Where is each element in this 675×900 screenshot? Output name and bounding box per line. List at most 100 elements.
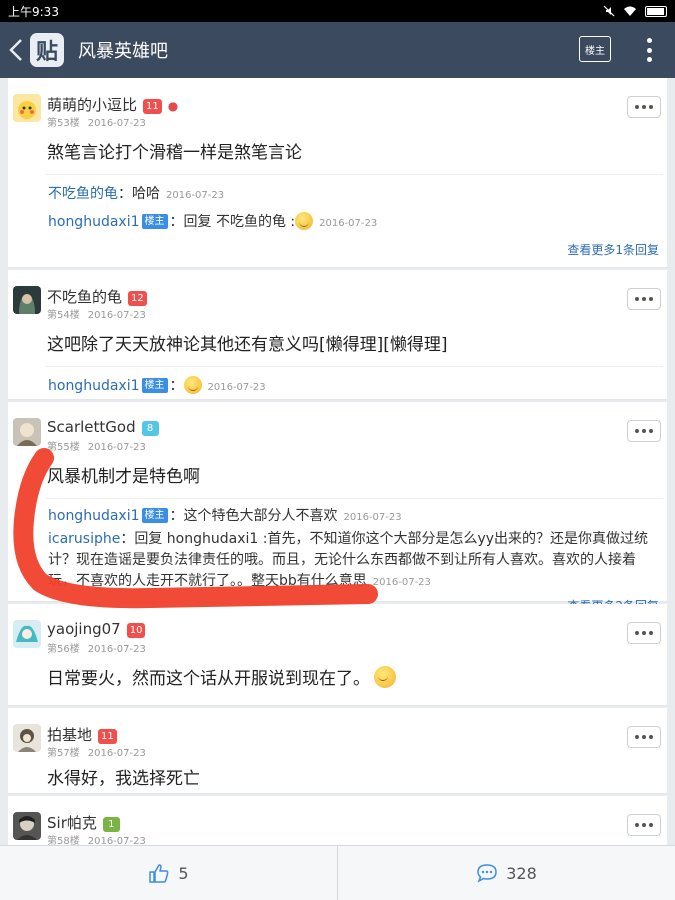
comment-count: 328 [506,863,537,883]
reply-list: 不吃鱼的龟：哈哈 2016-07-23 honghudaxi1 楼主 ：回复 不吃鱼的… [46,174,663,264]
reply-list: honghudaxi1 楼主： 2016-07-23 [46,366,663,407]
reply-username[interactable]: honghudaxi1 [48,214,140,230]
post-floor-58: Sir帕克 1 第58楼 2016-07-23 [8,796,667,845]
reply-item[interactable]: 不吃鱼的龟：哈哈 2016-07-23 [48,181,663,209]
level-badge: 11 [98,729,117,744]
username[interactable]: 不吃鱼的龟 12 [47,286,147,307]
post-floor-55: ScarlettGod 8 第55楼 2016-07-23 风暴机制才是特色啊 ho… [8,402,667,613]
more-options-button[interactable] [627,96,661,118]
smile-emoji-icon [295,212,314,230]
mute-icon [603,5,615,17]
owner-tag: 楼主 [141,378,168,393]
more-options-button[interactable] [627,622,661,644]
back-arrow-icon[interactable] [2,22,30,78]
thumbs-up-icon [149,864,169,883]
tieba-logo-icon[interactable]: 贴 [30,33,64,67]
reply-date: 2016-07-23 [207,382,266,393]
post-floor-56: yaojing07 10 第56楼 2016-07-23 日常要火，然而这个话从开服… [8,604,667,706]
reply-list: honghudaxi1 楼主 ：这个特色大部分人不喜欢 2016-07-23 icar… [46,498,663,620]
username[interactable]: 拍基地 11 [47,724,117,745]
reply-text: ： [169,378,184,394]
reply-item[interactable]: honghudaxi1 楼主 ：回复 不吃鱼的龟 : 2016-07-23 [48,209,663,237]
post-floor-57: 拍基地 11 第57楼 2016-07-23 水得好，我选择死亡 [8,708,667,794]
reply-item[interactable]: icarusiphe：回复 honghudaxi1 :首先，不知道你这个大部分是… [48,529,663,593]
post-floor-54: 不吃鱼的龟 12 第54楼 2016-07-23 这吧除了天天放神论其他还有意义吗[… [8,270,667,400]
post-floor-53: 萌萌的小逗比 11 ● 第53楼 2016-07-23 煞笔言论打个滑稽一样是煞笔言论… [8,78,667,268]
avatar[interactable] [13,286,41,314]
reply-date: 2016-07-23 [372,577,431,588]
more-options-button[interactable] [627,288,661,310]
reply-item[interactable]: honghudaxi1 楼主： 2016-07-23 [48,373,663,401]
level-badge: 10 [126,623,146,638]
smile-emoji-icon [183,376,202,394]
reply-item[interactable]: honghudaxi1 楼主 ：这个特色大部分人不喜欢 2016-07-23 [48,505,663,529]
level-badge: 11 [143,99,162,114]
reply-date: 2016-07-23 [166,190,225,201]
comment-bubble-icon [477,864,497,883]
post-meta: 第58楼 2016-07-23 [47,832,146,845]
reply-text: ：回复 不吃鱼的龟 : [169,214,296,230]
floor-number: 第55楼 [47,442,80,453]
game-controller-icon: ● [167,99,179,113]
post-date: 2016-07-23 [87,748,146,759]
forum-title[interactable]: 风暴英雄吧 [78,37,168,63]
level-badge: 8 [141,421,159,436]
like-button[interactable]: 5 [0,846,337,900]
reply-username[interactable]: icarusiphe [48,531,120,547]
post-text: 水得好，我选择死亡 [47,769,200,789]
post-text: 日常要火，然而这个话从开服说到现在了。 [8,652,667,692]
wifi-icon [624,6,636,16]
avatar[interactable] [13,94,41,122]
floor-number: 第56楼 [47,644,80,655]
post-date: 2016-07-23 [87,310,146,321]
status-icons [603,5,667,17]
reply-text: ：哈哈 [118,186,160,202]
post-list: 萌萌的小逗比 11 ● 第53楼 2016-07-23 煞笔言论打个滑稽一样是煞笔言论… [8,78,667,845]
level-badge: 1 [102,817,120,832]
avatar[interactable] [13,620,41,648]
battery-icon [645,5,667,17]
reply-username[interactable]: 不吃鱼的龟 [48,186,118,202]
title-bar: 贴 风暴英雄吧 楼主 [0,22,675,78]
username[interactable]: Sir帕克 1 [47,812,120,833]
status-time: 上午9:33 [8,4,59,19]
level-badge: 12 [128,291,147,306]
reply-text: ：这个特色大部分人不喜欢 [169,508,338,524]
more-options-button[interactable] [627,814,661,836]
post-text: 煞笔言论打个滑稽一样是煞笔言论 [47,143,302,163]
reply-date: 2016-07-23 [343,512,402,523]
post-date: 2016-07-23 [87,836,146,845]
avatar[interactable] [13,418,41,446]
like-count: 5 [178,863,189,883]
post-text: 风暴机制才是特色啊 [47,467,200,487]
status-bar: 上午9:33 [0,0,675,22]
post-meta: 第57楼 2016-07-23 [47,744,146,759]
floor-number: 第53楼 [47,118,80,129]
owner-only-button[interactable]: 楼主 [579,36,611,62]
post-meta: 第55楼 2016-07-23 [47,438,146,453]
post-date: 2016-07-23 [87,442,146,453]
more-menu-icon[interactable] [637,36,661,64]
floor-number: 第54楼 [47,310,80,321]
username[interactable]: 萌萌的小逗比 11 ● [47,94,178,115]
reply-username[interactable]: honghudaxi1 [48,508,140,524]
bottom-bar: 5 328 [0,845,675,900]
avatar[interactable] [13,812,41,840]
username[interactable]: ScarlettGod 8 [47,418,159,436]
reply-date: 2016-07-23 [319,218,378,229]
post-meta: 第54楼 2016-07-23 [47,306,146,321]
post-meta: 第53楼 2016-07-23 [47,114,146,129]
more-options-button[interactable] [627,420,661,442]
view-more-replies-link[interactable]: 查看更多1条回复 [48,237,663,258]
more-options-button[interactable] [627,726,661,748]
owner-tag: 楼主 [141,214,168,229]
post-date: 2016-07-23 [87,118,146,129]
reply-text: ：回复 honghudaxi1 :首先，不知道你这个大部分是怎么yy出来的？还是… [48,531,649,589]
floor-number: 第57楼 [47,748,80,759]
post-date: 2016-07-23 [87,644,146,655]
comment-button[interactable]: 328 [338,846,675,900]
avatar[interactable] [13,724,41,752]
reply-username[interactable]: honghudaxi1 [48,378,140,394]
username[interactable]: yaojing07 10 [47,620,146,638]
post-meta: 第56楼 2016-07-23 [47,640,146,655]
